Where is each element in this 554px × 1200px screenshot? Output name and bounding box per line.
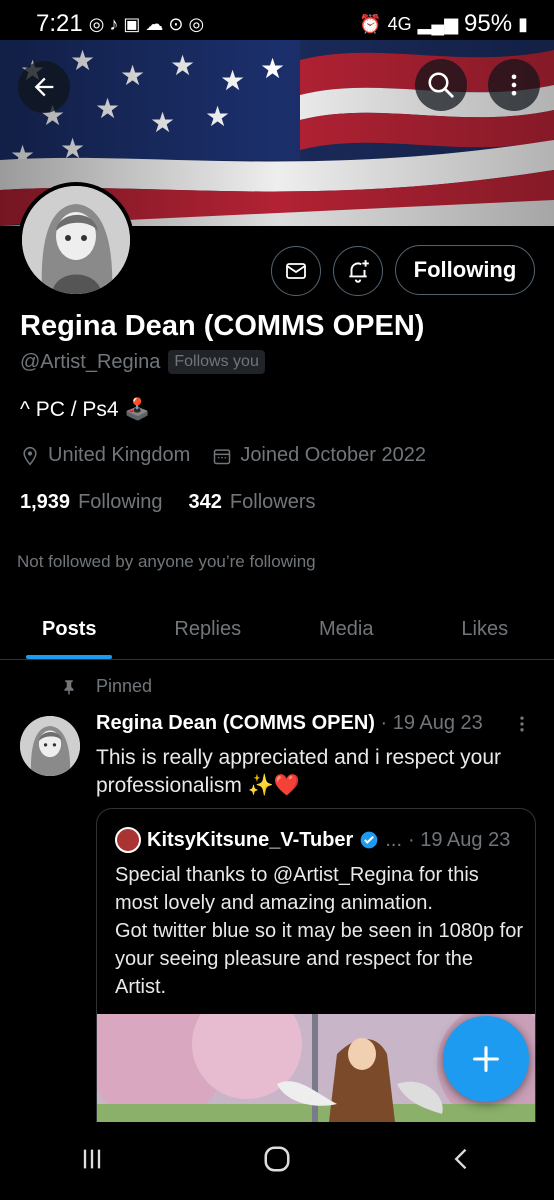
signal-icon: ▂▄▆	[417, 14, 459, 34]
tab-posts[interactable]: Posts	[0, 600, 139, 659]
followers-label: Followers	[229, 491, 316, 513]
status-bar: 7:21 ◎ ♪ ▣ ☁ ⊙ ◎ ⏰ 4G ▂▄▆ 95% ▮	[0, 0, 554, 48]
profile-bio: ^ PC / Ps4 🕹️	[20, 398, 151, 421]
home-button[interactable]	[262, 1144, 292, 1179]
following-count: 1,939	[20, 491, 71, 513]
system-nav-bar	[0, 1122, 554, 1200]
profile-tabs: Posts Replies Media Likes	[0, 600, 554, 660]
message-button[interactable]	[271, 246, 321, 296]
notification-icons: ◎ ♪ ▣ ☁ ⊙ ◎	[88, 14, 205, 34]
battery-percent: 95%	[464, 10, 513, 37]
more-vertical-icon	[520, 716, 524, 732]
chevron-left-icon	[454, 1148, 467, 1169]
post-author[interactable]: Regina Dean (COMMS OPEN)	[96, 712, 375, 734]
follows-you-badge: Follows you	[168, 350, 265, 374]
handle-row: @Artist_Regina Follows you	[20, 350, 265, 374]
avatar-illustration	[20, 716, 80, 776]
pinned-indicator: Pinned	[60, 676, 152, 697]
network-label: 4G	[387, 13, 412, 34]
more-vertical-icon	[511, 74, 517, 96]
tab-media[interactable]: Media	[277, 600, 416, 659]
post-more-button[interactable]	[512, 712, 532, 742]
recents-button[interactable]	[78, 1145, 106, 1178]
search-button[interactable]	[415, 59, 467, 111]
back-nav-button[interactable]	[448, 1145, 476, 1178]
followers-stat[interactable]: 342 Followers	[189, 491, 316, 514]
post-text: This is really appreciated and i respect…	[96, 746, 502, 797]
quote-header: KitsyKitsune_V-Tuber ... · 19 Aug 23	[115, 827, 510, 853]
quote-extra-badge: ...	[385, 828, 403, 851]
battery-icon: ▮	[518, 14, 528, 34]
location-icon	[23, 446, 37, 465]
search-icon	[428, 72, 454, 98]
followers-count: 342	[188, 491, 222, 513]
following-label: Following	[78, 491, 163, 513]
quote-author: KitsyKitsune_V-Tuber	[147, 828, 354, 851]
post-avatar[interactable]	[20, 716, 80, 776]
profile-joined: Joined October 2022	[240, 444, 426, 466]
post-date[interactable]: · 19 Aug 23	[380, 712, 482, 734]
tab-likes[interactable]: Likes	[416, 600, 554, 659]
status-time: 7:21	[36, 10, 83, 37]
pinned-label: Pinned	[96, 676, 153, 696]
more-button[interactable]	[488, 59, 540, 111]
profile-location: United Kingdom	[48, 444, 191, 466]
quote-date: · 19 Aug 23	[408, 828, 511, 851]
post-header: Regina Dean (COMMS OPEN) · 19 Aug 23	[96, 712, 483, 735]
quote-avatar	[115, 827, 141, 853]
notify-button[interactable]	[333, 246, 383, 296]
calendar-icon	[214, 448, 231, 464]
envelope-icon	[286, 263, 306, 279]
plus-icon	[473, 1046, 499, 1072]
back-button[interactable]	[18, 61, 70, 113]
pin-icon	[64, 679, 74, 694]
verified-badge-icon	[361, 831, 378, 849]
bell-plus-icon	[349, 260, 369, 283]
alarm-icon: ⏰	[359, 14, 382, 34]
quote-text: Special thanks to @Artist_Regina for thi…	[115, 864, 523, 998]
tab-replies[interactable]: Replies	[139, 600, 278, 659]
mutual-followers-text: Not followed by anyone you’re following	[17, 552, 316, 571]
home-icon	[264, 1146, 290, 1171]
profile-meta: United Kingdom Joined October 2022	[20, 444, 426, 467]
compose-button[interactable]	[443, 1016, 529, 1102]
recents-icon	[83, 1149, 101, 1168]
profile-handle: @Artist_Regina	[20, 350, 161, 373]
avatar-illustration	[22, 186, 130, 294]
following-stat[interactable]: 1,939 Following	[20, 491, 163, 514]
profile-stats: 1,939 Following 342 Followers	[20, 491, 316, 514]
profile-avatar[interactable]	[18, 182, 134, 298]
profile-name: Regina Dean (COMMS OPEN)	[20, 310, 425, 342]
arrow-left-icon	[34, 77, 54, 97]
following-button[interactable]: Following	[395, 245, 535, 295]
